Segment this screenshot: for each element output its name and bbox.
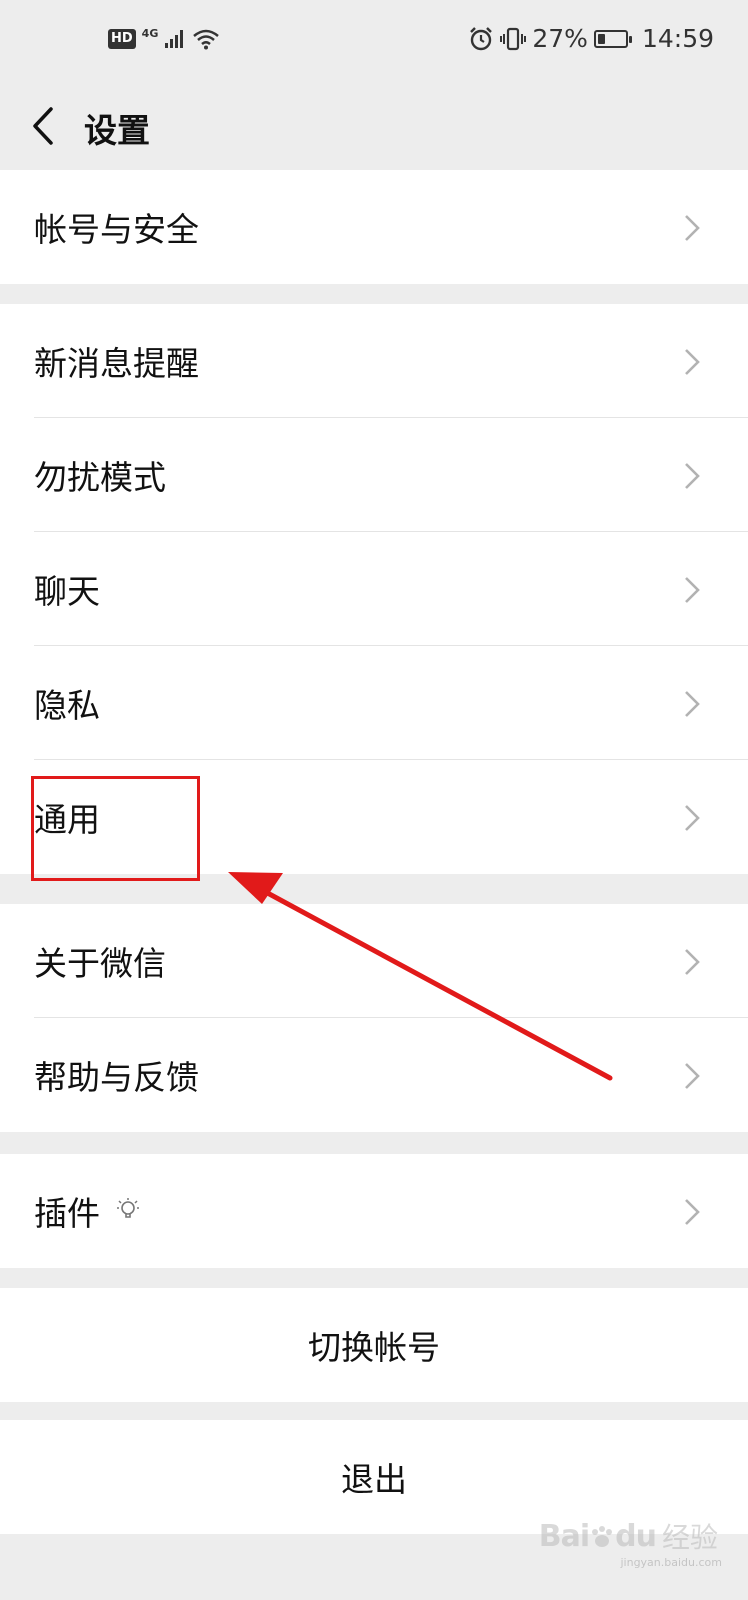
chevron-right-icon — [685, 1199, 700, 1225]
chevron-right-icon — [685, 1063, 700, 1089]
chevron-right-icon — [685, 215, 700, 241]
settings-group-main: 新消息提醒 勿扰模式 聊天 隐私 通用 — [0, 304, 748, 874]
settings-item-chat[interactable]: 聊天 — [0, 532, 748, 646]
settings-item-label: 关于微信 — [34, 944, 166, 983]
watermark-sub: 经验 — [661, 1521, 718, 1554]
settings-item-general[interactable]: 通用 — [0, 760, 748, 874]
clock: 14:59 — [641, 24, 714, 53]
battery-fill — [597, 33, 605, 44]
signal-icon — [165, 30, 184, 48]
settings-item-do-not-disturb[interactable]: 勿扰模式 — [0, 418, 748, 532]
settings-group-account: 帐号与安全 — [0, 170, 748, 284]
chevron-right-icon — [685, 349, 700, 375]
settings-group-plugins: 插件 — [0, 1154, 748, 1268]
settings-item-plugins[interactable]: 插件 — [0, 1154, 748, 1268]
baidu-watermark: Bai du 经验 — [539, 1516, 718, 1556]
nav-bar: 设置 — [0, 86, 748, 168]
settings-item-about-wechat[interactable]: 关于微信 — [0, 904, 748, 1018]
lightbulb-icon — [117, 1198, 139, 1218]
network-type: 4G — [141, 26, 159, 40]
chevron-left-icon — [33, 107, 53, 145]
page-title: 设置 — [84, 111, 150, 150]
settings-item-account-security[interactable]: 帐号与安全 — [0, 170, 748, 284]
switch-account-group: 切换帐号 — [0, 1288, 748, 1402]
vibrate-icon — [500, 27, 527, 50]
logout-label: 退出 — [341, 1460, 407, 1499]
status-left: HD 4G — [108, 26, 220, 50]
settings-item-help-feedback[interactable]: 帮助与反馈 — [0, 1018, 748, 1132]
paw-icon — [592, 1526, 613, 1547]
settings-item-label: 聊天 — [34, 572, 100, 611]
back-button[interactable] — [18, 98, 68, 154]
settings-item-label: 帮助与反馈 — [34, 1058, 199, 1097]
settings-item-new-message-alert[interactable]: 新消息提醒 — [0, 304, 748, 418]
battery-percent: 27% — [532, 24, 588, 53]
settings-item-label: 插件 — [34, 1194, 100, 1233]
chevron-right-icon — [685, 577, 700, 603]
switch-account-label: 切换帐号 — [308, 1328, 440, 1367]
watermark-logo: Bai du — [538, 1518, 657, 1554]
alarm-icon — [470, 26, 493, 50]
settings-item-label: 隐私 — [34, 686, 100, 725]
status-bar: HD 4G 27% 14:59 — [0, 0, 748, 86]
status-right: 27% 14:59 — [468, 24, 714, 53]
chevron-right-icon — [685, 949, 700, 975]
settings-item-label: 通用 — [34, 800, 100, 839]
settings-item-privacy[interactable]: 隐私 — [0, 646, 748, 760]
settings-group-about: 关于微信 帮助与反馈 — [0, 904, 748, 1132]
settings-item-label: 帐号与安全 — [34, 210, 199, 249]
chevron-right-icon — [685, 805, 700, 831]
settings-item-label: 新消息提醒 — [34, 344, 199, 383]
battery-icon — [593, 29, 632, 48]
chevron-right-icon — [685, 463, 700, 489]
chevron-right-icon — [685, 691, 700, 717]
settings-item-label: 勿扰模式 — [34, 458, 166, 497]
hd-icon: HD — [108, 29, 136, 49]
switch-account-button[interactable]: 切换帐号 — [0, 1288, 748, 1402]
watermark-url: jingyan.baidu.com — [620, 1556, 722, 1569]
wifi-icon — [193, 29, 220, 50]
